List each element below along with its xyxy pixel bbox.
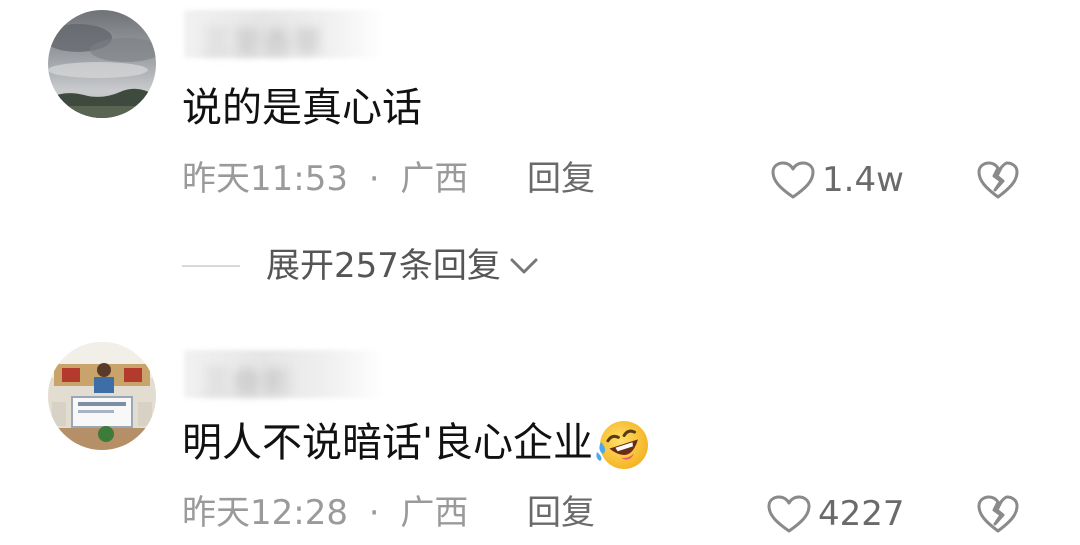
avatar[interactable]: [48, 10, 156, 118]
comment-text: 说的是真心话: [182, 88, 422, 128]
chevron-down-icon: [510, 258, 538, 274]
broken-heart-icon: [977, 161, 1019, 199]
username-blurred[interactable]: 三叠影: [184, 350, 384, 401]
comment-meta: 昨天12:28 · 广西: [182, 496, 468, 530]
like-button[interactable]: 1.4w: [770, 160, 904, 200]
comment-text-content: 明人不说暗话'良心企业: [182, 420, 593, 466]
username-blurred[interactable]: 三里香草: [184, 10, 384, 61]
meta-separator: ·: [368, 493, 380, 533]
divider: [182, 265, 240, 267]
like-count: 4227: [818, 494, 905, 534]
comment-time: 昨天11:53: [182, 159, 348, 199]
comment-item: 三里香草 说的是真心话 昨天11:53 · 广西 回复 1.4w 展开257条回…: [0, 0, 1080, 300]
like-button[interactable]: 4227: [766, 494, 905, 534]
username-text: 三里香草: [202, 26, 322, 61]
rofl-emoji-icon: [596, 421, 648, 469]
dislike-button[interactable]: [976, 494, 1020, 534]
comment-time: 昨天12:28: [182, 493, 348, 533]
avatar[interactable]: [48, 342, 156, 450]
comment-location: 广西: [400, 159, 469, 199]
broken-heart-icon: [977, 495, 1019, 533]
comment-meta: 昨天11:53 · 广西: [182, 162, 468, 196]
expand-replies-label: 展开257条回复: [266, 246, 501, 286]
like-count: 1.4w: [822, 160, 904, 200]
username-text: 三叠影: [202, 366, 292, 401]
heart-outline-icon: [771, 161, 815, 199]
meta-separator: ·: [368, 159, 380, 199]
dislike-button[interactable]: [976, 160, 1020, 200]
expand-replies-button[interactable]: 展开257条回复: [182, 246, 539, 286]
reply-button[interactable]: 回复: [527, 162, 595, 196]
comment-item: 三叠影 明人不说暗话'良心企业 昨天12:28 · 广西 回复 4227: [0, 300, 1080, 545]
comment-location: 广西: [400, 493, 469, 533]
reply-button[interactable]: 回复: [527, 496, 595, 530]
comment-text-content: 说的是真心话: [182, 85, 422, 131]
heart-outline-icon: [767, 495, 811, 533]
comment-text: 明人不说暗话'良心企业: [182, 418, 653, 472]
